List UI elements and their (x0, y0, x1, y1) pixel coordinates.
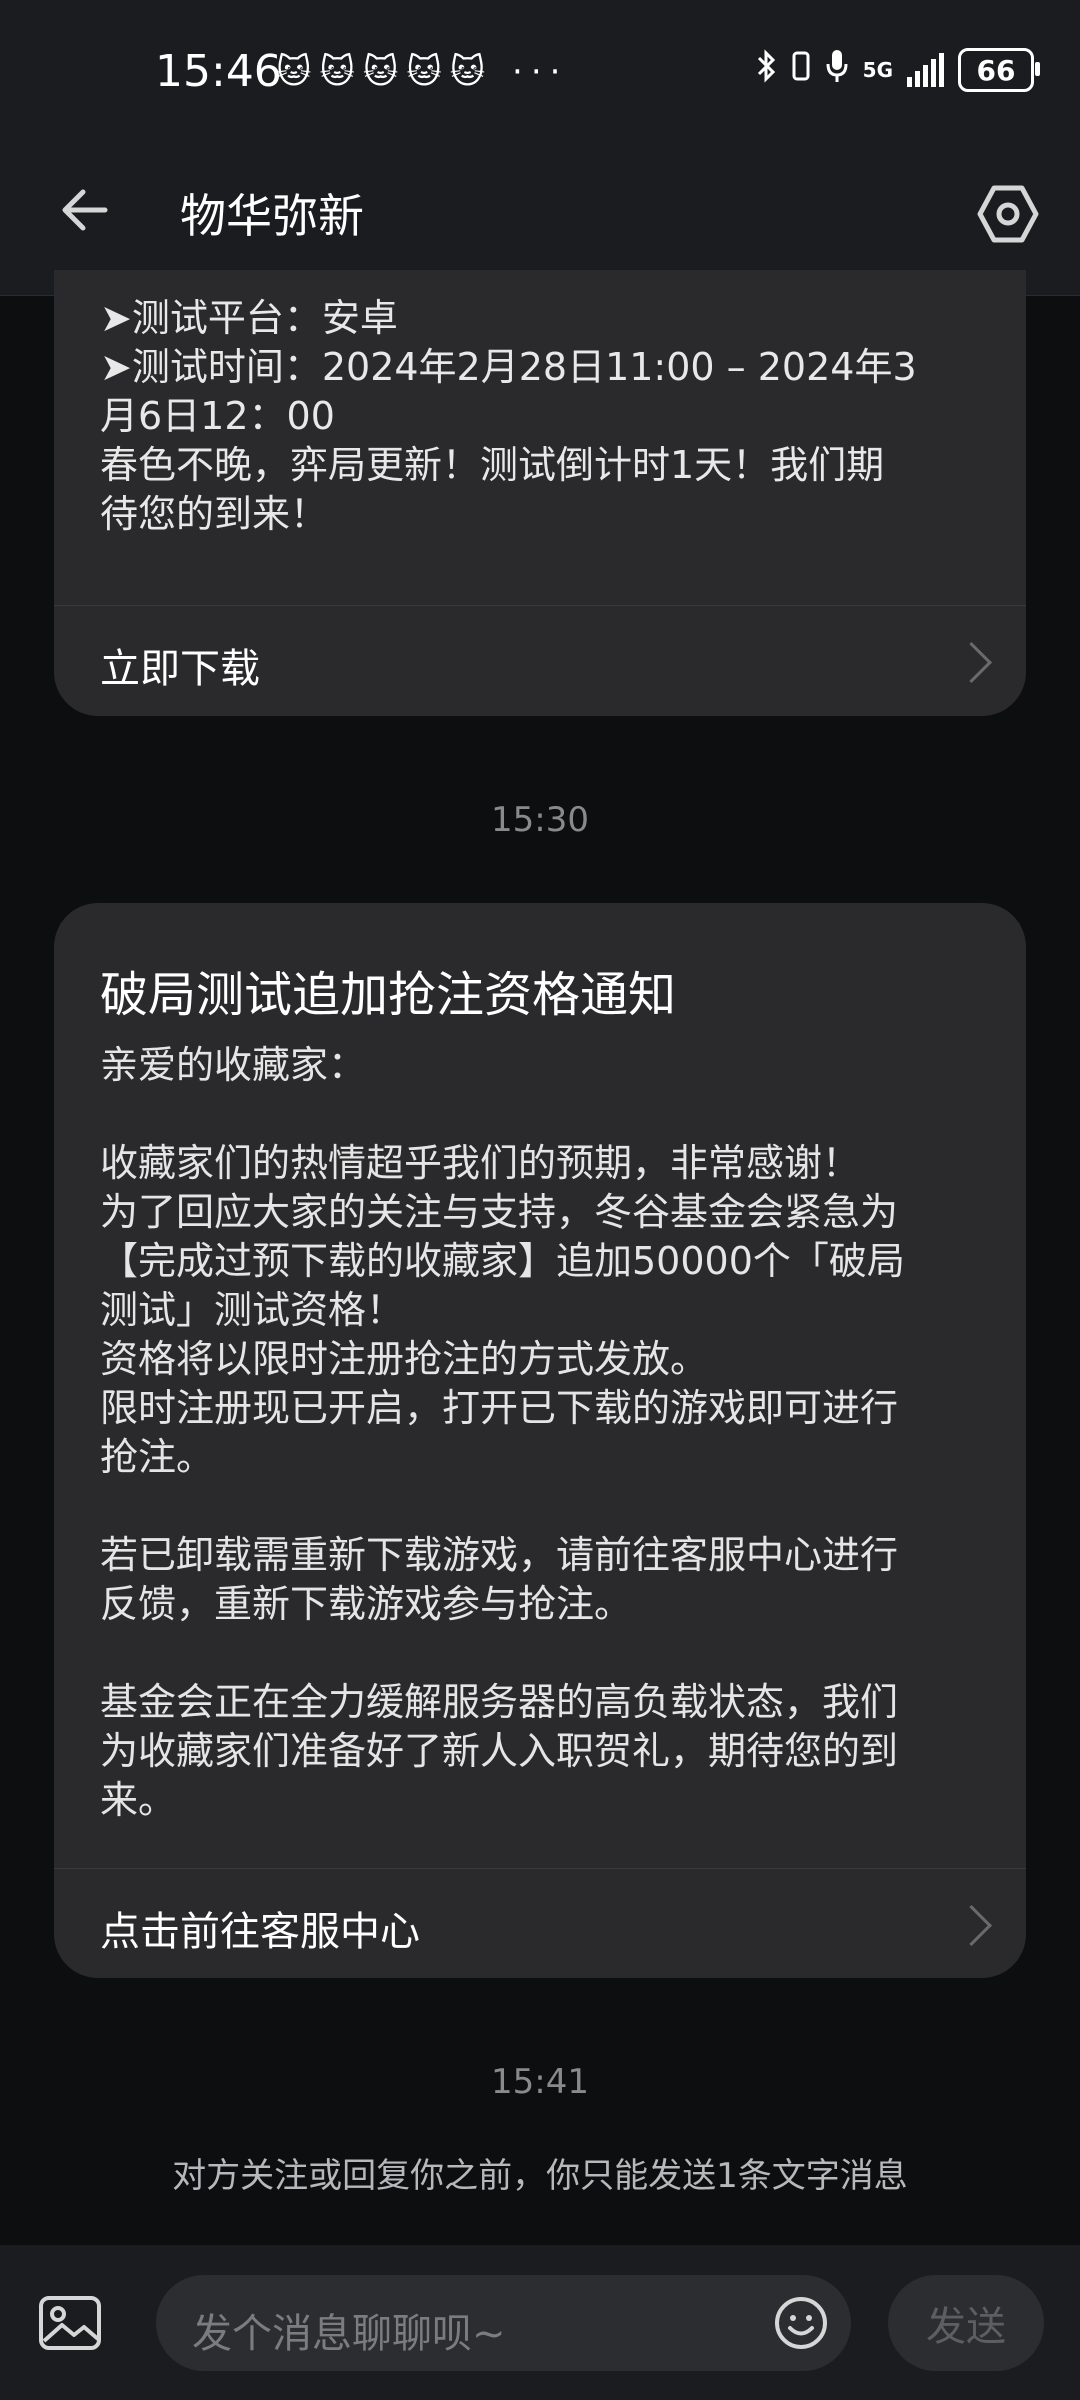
emoji-icon[interactable] (773, 2295, 829, 2351)
message-body: 破局测试追加抢注资格通知 亲爱的收藏家： 收藏家们的热情超乎我们的预期，非常感谢… (54, 903, 1026, 1825)
download-now-row[interactable]: 立即下载 (54, 606, 1026, 716)
message-line: ➤测试时间：2024年2月28日11:00 – 2024年3 (100, 345, 917, 389)
message-line: ➤测试平台：安卓 (100, 296, 398, 340)
message-line: 月6日12：00 (100, 394, 335, 438)
signal-strength-icon (907, 53, 944, 87)
chat-title: 物华弥新 (180, 189, 364, 243)
message-title: 破局测试追加抢注资格通知 (100, 967, 677, 1023)
battery-icon: 66 (958, 48, 1040, 92)
settings-icon[interactable] (976, 182, 1040, 246)
timestamp: 15:30 (491, 800, 589, 840)
image-picker-icon[interactable] (38, 2295, 102, 2351)
battery-level: 66 (976, 53, 1016, 87)
message-limit-notice: 对方关注或回复你之前，你只能发送1条文字消息 (172, 2156, 908, 2196)
network-type-label: 5G (862, 58, 893, 82)
send-button[interactable]: 发送 (888, 2275, 1044, 2371)
status-right-cluster: 5G 66 (755, 48, 1040, 92)
message-card-notice: 破局测试追加抢注资格通知 亲爱的收藏家： 收藏家们的热情超乎我们的预期，非常感谢… (54, 903, 1026, 1978)
message-paragraph: 收藏家们的热情超乎我们的预期，非常感谢！ 为了回应大家的关注与支持，冬谷基金会紧… (100, 1141, 905, 1479)
customer-service-row[interactable]: 点击前往客服中心 (54, 1869, 1026, 1978)
customer-service-link[interactable]: 点击前往客服中心 (100, 1899, 420, 1957)
composer-bar: 发个消息聊聊呗~ 发送 (0, 2245, 1080, 2400)
chevron-right-icon (950, 1904, 993, 1947)
bluetooth-icon (755, 49, 777, 91)
message-paragraph: 若已卸载需重新下载游戏，请前往客服中心进行 反馈，重新下载游戏参与抢注。 (100, 1533, 899, 1626)
timestamp: 15:41 (491, 2062, 589, 2102)
download-now-link[interactable]: 立即下载 (100, 636, 260, 694)
message-body: ➤测试平台：安卓 ➤测试时间：2024年2月28日11:00 – 2024年3 … (54, 270, 1026, 539)
message-line: 待您的到来！ (100, 492, 329, 536)
notification-icons: 🐱🐱🐱🐱🐱 ··· (276, 52, 569, 92)
back-arrow-icon[interactable] (55, 180, 115, 240)
message-greeting: 亲爱的收藏家： (100, 1043, 367, 1087)
microphone-icon (825, 48, 849, 92)
status-time: 15:46 (155, 46, 282, 97)
message-paragraph: 基金会正在全力缓解服务器的高负载状态，我们 为收藏家们准备好了新人入职贺礼，期待… (100, 1680, 899, 1822)
message-line: 春色不晚，弈局更新！测试倒计时1天！我们期 (100, 443, 885, 487)
status-bar: 15:46 🐱🐱🐱🐱🐱 ··· 5G 66 (0, 0, 1080, 150)
chevron-right-icon (950, 641, 993, 684)
message-input[interactable]: 发个消息聊聊呗~ (156, 2275, 851, 2371)
vibrate-icon (791, 49, 811, 91)
message-card-previous: ➤测试平台：安卓 ➤测试时间：2024年2月28日11:00 – 2024年3 … (54, 270, 1026, 716)
message-input-placeholder: 发个消息聊聊呗~ (192, 2311, 506, 2357)
